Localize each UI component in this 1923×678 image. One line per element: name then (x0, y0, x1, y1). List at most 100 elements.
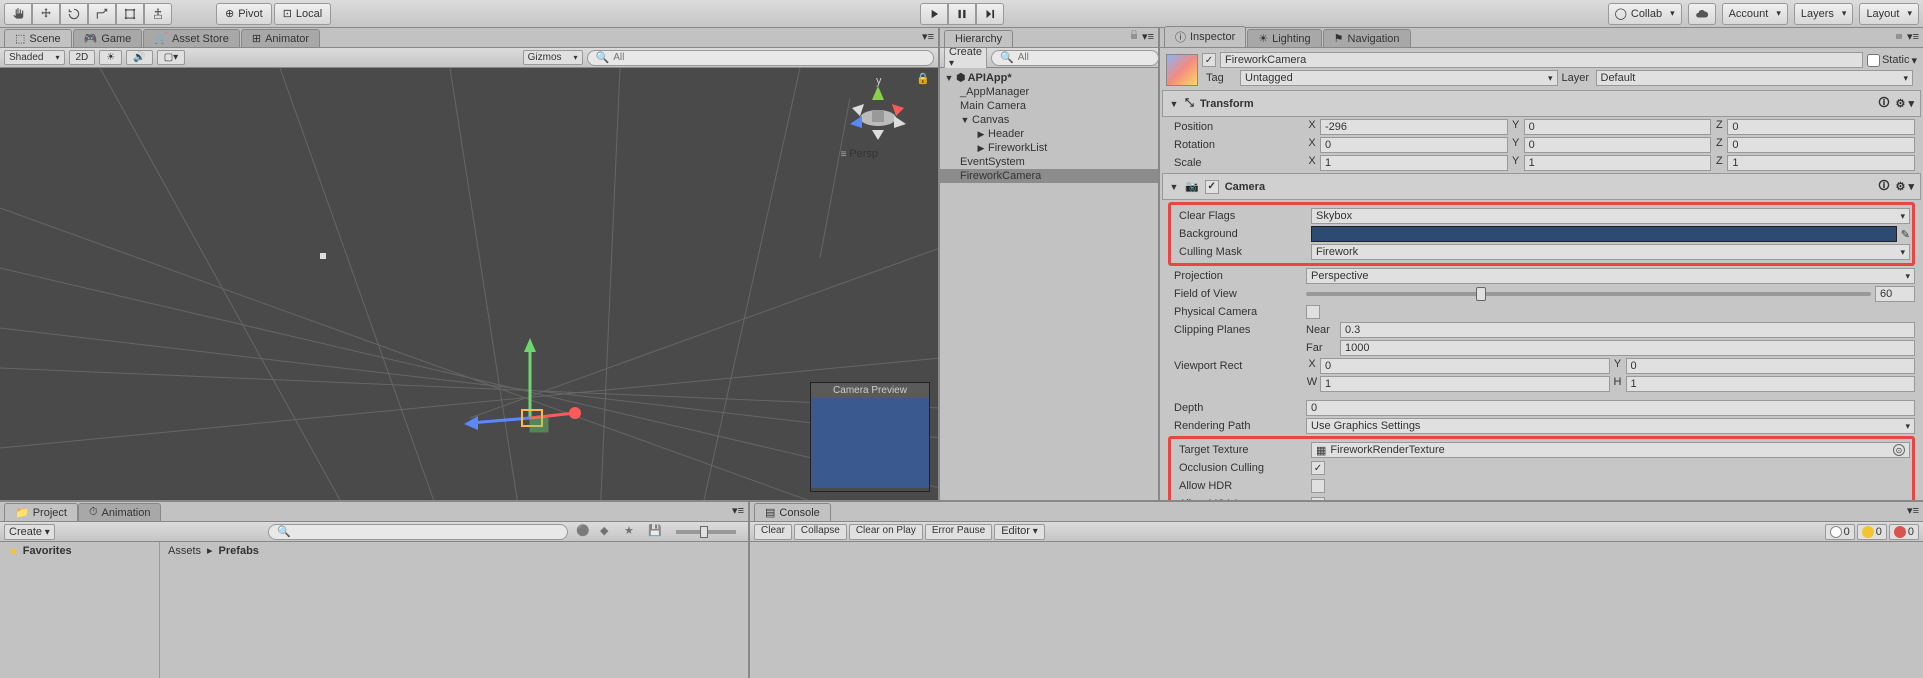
save-icon[interactable]: 💾 (648, 524, 664, 540)
scene-root[interactable]: ▼⬢APIApp* (940, 70, 1158, 85)
fov-input[interactable] (1875, 286, 1915, 302)
scl-z-input[interactable] (1727, 155, 1915, 171)
asset-store-tab[interactable]: 🛒Asset Store (143, 29, 240, 47)
collapse-button[interactable]: Collapse (794, 524, 847, 540)
pos-y-input[interactable] (1524, 119, 1712, 135)
clear-button[interactable]: Clear (754, 524, 792, 540)
hierarchy-search-input[interactable] (1018, 52, 1150, 63)
hand-tool[interactable] (4, 3, 32, 25)
transform-tool[interactable] (144, 3, 172, 25)
hierarchy-item-fireworklist[interactable]: ▶FireworkList (940, 141, 1158, 155)
vp-w-input[interactable] (1320, 376, 1610, 392)
inspector-tab[interactable]: ⓘInspector (1164, 26, 1246, 47)
projection-dropdown[interactable]: Perspective (1306, 268, 1915, 284)
project-create-dropdown[interactable]: Create ▾ (4, 524, 55, 540)
error-badge[interactable]: 0 (1889, 524, 1919, 540)
scene-search[interactable]: 🔍 (587, 50, 934, 66)
panel-menu[interactable]: ▾≡ (922, 30, 934, 43)
audio-toggle[interactable]: 🔊 (126, 50, 152, 65)
hierarchy-item-appmanager[interactable]: _AppManager (940, 85, 1158, 99)
hierarchy-item-fireworkcamera[interactable]: FireworkCamera (940, 169, 1158, 183)
render-path-dropdown[interactable]: Use Graphics Settings (1306, 418, 1915, 434)
help-icon[interactable]: 🛈 (1878, 94, 1889, 113)
rot-z-input[interactable] (1727, 137, 1915, 153)
pivot-toggle[interactable]: ⊕Pivot (216, 3, 272, 25)
fold-icon[interactable]: ▼ (1169, 182, 1179, 192)
error-pause-button[interactable]: Error Pause (925, 524, 992, 540)
scl-x-input[interactable] (1320, 155, 1508, 171)
layer-dropdown[interactable]: Default (1596, 70, 1914, 86)
fold-icon[interactable]: ▼ (1169, 99, 1179, 109)
scene-search-input[interactable] (613, 52, 925, 63)
gameobject-active-checkbox[interactable]: ✓ (1202, 53, 1216, 67)
layout-dropdown[interactable]: Layout (1859, 3, 1919, 25)
gizmos-dropdown[interactable]: Gizmos (523, 50, 583, 65)
fold-icon[interactable]: ▼ (960, 115, 970, 125)
culling-mask-dropdown[interactable]: Firework (1311, 244, 1910, 260)
animation-tab[interactable]: ⏱Animation (78, 503, 162, 521)
background-color[interactable] (1311, 226, 1897, 242)
cloud-button[interactable] (1688, 3, 1716, 25)
physical-checkbox[interactable] (1306, 305, 1320, 319)
pos-x-input[interactable] (1320, 119, 1508, 135)
play-button[interactable] (920, 3, 948, 25)
editor-dropdown[interactable]: Editor ▾ (994, 524, 1045, 540)
gameobject-name-input[interactable] (1220, 52, 1863, 68)
console-tab[interactable]: ▤Console (754, 503, 831, 521)
camera-enabled-checkbox[interactable]: ✓ (1205, 180, 1219, 194)
gear-icon[interactable]: ⚙ ▾ (1896, 180, 1914, 193)
project-search[interactable]: 🔍 (268, 524, 568, 540)
vp-x-input[interactable] (1320, 358, 1610, 374)
breadcrumb-assets[interactable]: Assets (168, 545, 201, 557)
vp-y-input[interactable] (1626, 358, 1916, 374)
project-tab[interactable]: 📁Project (4, 503, 78, 521)
move-tool[interactable] (32, 3, 60, 25)
orientation-gizmo[interactable]: y (838, 78, 918, 158)
warn-badge[interactable]: 0 (1857, 524, 1887, 540)
breadcrumb-prefabs[interactable]: Prefabs (219, 545, 259, 557)
filter-type-icon[interactable]: ◆ (600, 524, 616, 540)
target-texture-field[interactable]: ▦FireworkRenderTexture⊙ (1311, 442, 1910, 458)
clear-flags-dropdown[interactable]: Skybox (1311, 208, 1910, 224)
fold-icon[interactable]: ▶ (976, 129, 986, 140)
transform-component-header[interactable]: ▼ ⤡ Transform 🛈 ⚙ ▾ (1162, 90, 1921, 117)
hdr-checkbox[interactable] (1311, 479, 1325, 493)
2d-toggle[interactable]: 2D (69, 50, 96, 65)
occlusion-checkbox[interactable]: ✓ (1311, 461, 1325, 475)
lighting-tab[interactable]: ☀Lighting (1247, 29, 1321, 47)
hierarchy-menu[interactable]: ▾≡ (1129, 30, 1154, 43)
fov-slider[interactable] (1306, 292, 1871, 296)
project-menu[interactable]: ▾≡ (732, 504, 744, 517)
transform-gizmo[interactable] (460, 328, 600, 468)
depth-input[interactable] (1306, 400, 1915, 416)
hierarchy-item-header[interactable]: ▶Header (940, 127, 1158, 141)
star-icon[interactable]: ★ (624, 524, 640, 540)
info-badge[interactable]: 0 (1825, 524, 1855, 540)
scale-tool[interactable] (88, 3, 116, 25)
filter-icon[interactable]: ⚫ (576, 524, 592, 540)
game-tab[interactable]: 🎮Game (73, 29, 143, 47)
light-toggle[interactable]: ☀ (99, 50, 122, 65)
camera-component-header[interactable]: ▼ 📷 ✓ Camera 🛈 ⚙ ▾ (1162, 173, 1921, 200)
rot-y-input[interactable] (1524, 137, 1712, 153)
inspector-menu[interactable]: ▾≡ (1894, 30, 1919, 43)
near-input[interactable] (1340, 322, 1915, 338)
hierarchy-item-canvas[interactable]: ▼Canvas (940, 113, 1158, 127)
navigation-tab[interactable]: ⚑Navigation (1323, 29, 1411, 47)
project-search-input[interactable] (295, 526, 559, 537)
fx-toggle[interactable]: ▢▾ (157, 50, 185, 65)
gear-icon[interactable]: ⚙ ▾ (1896, 97, 1914, 110)
eyedropper-icon[interactable]: ✎ (1901, 228, 1910, 241)
static-checkbox[interactable]: Static ▾ (1867, 54, 1917, 67)
rot-x-input[interactable] (1320, 137, 1508, 153)
vp-h-input[interactable] (1626, 376, 1916, 392)
rect-tool[interactable] (116, 3, 144, 25)
hierarchy-create-dropdown[interactable]: Create ▾ (944, 44, 987, 71)
pause-button[interactable] (948, 3, 976, 25)
scene-tab[interactable]: ⬚Scene (4, 29, 72, 47)
pos-z-input[interactable] (1727, 119, 1915, 135)
step-button[interactable] (976, 3, 1004, 25)
hierarchy-item-eventsystem[interactable]: EventSystem (940, 155, 1158, 169)
hierarchy-tab[interactable]: Hierarchy (944, 30, 1013, 47)
console-menu[interactable]: ▾≡ (1907, 504, 1919, 517)
